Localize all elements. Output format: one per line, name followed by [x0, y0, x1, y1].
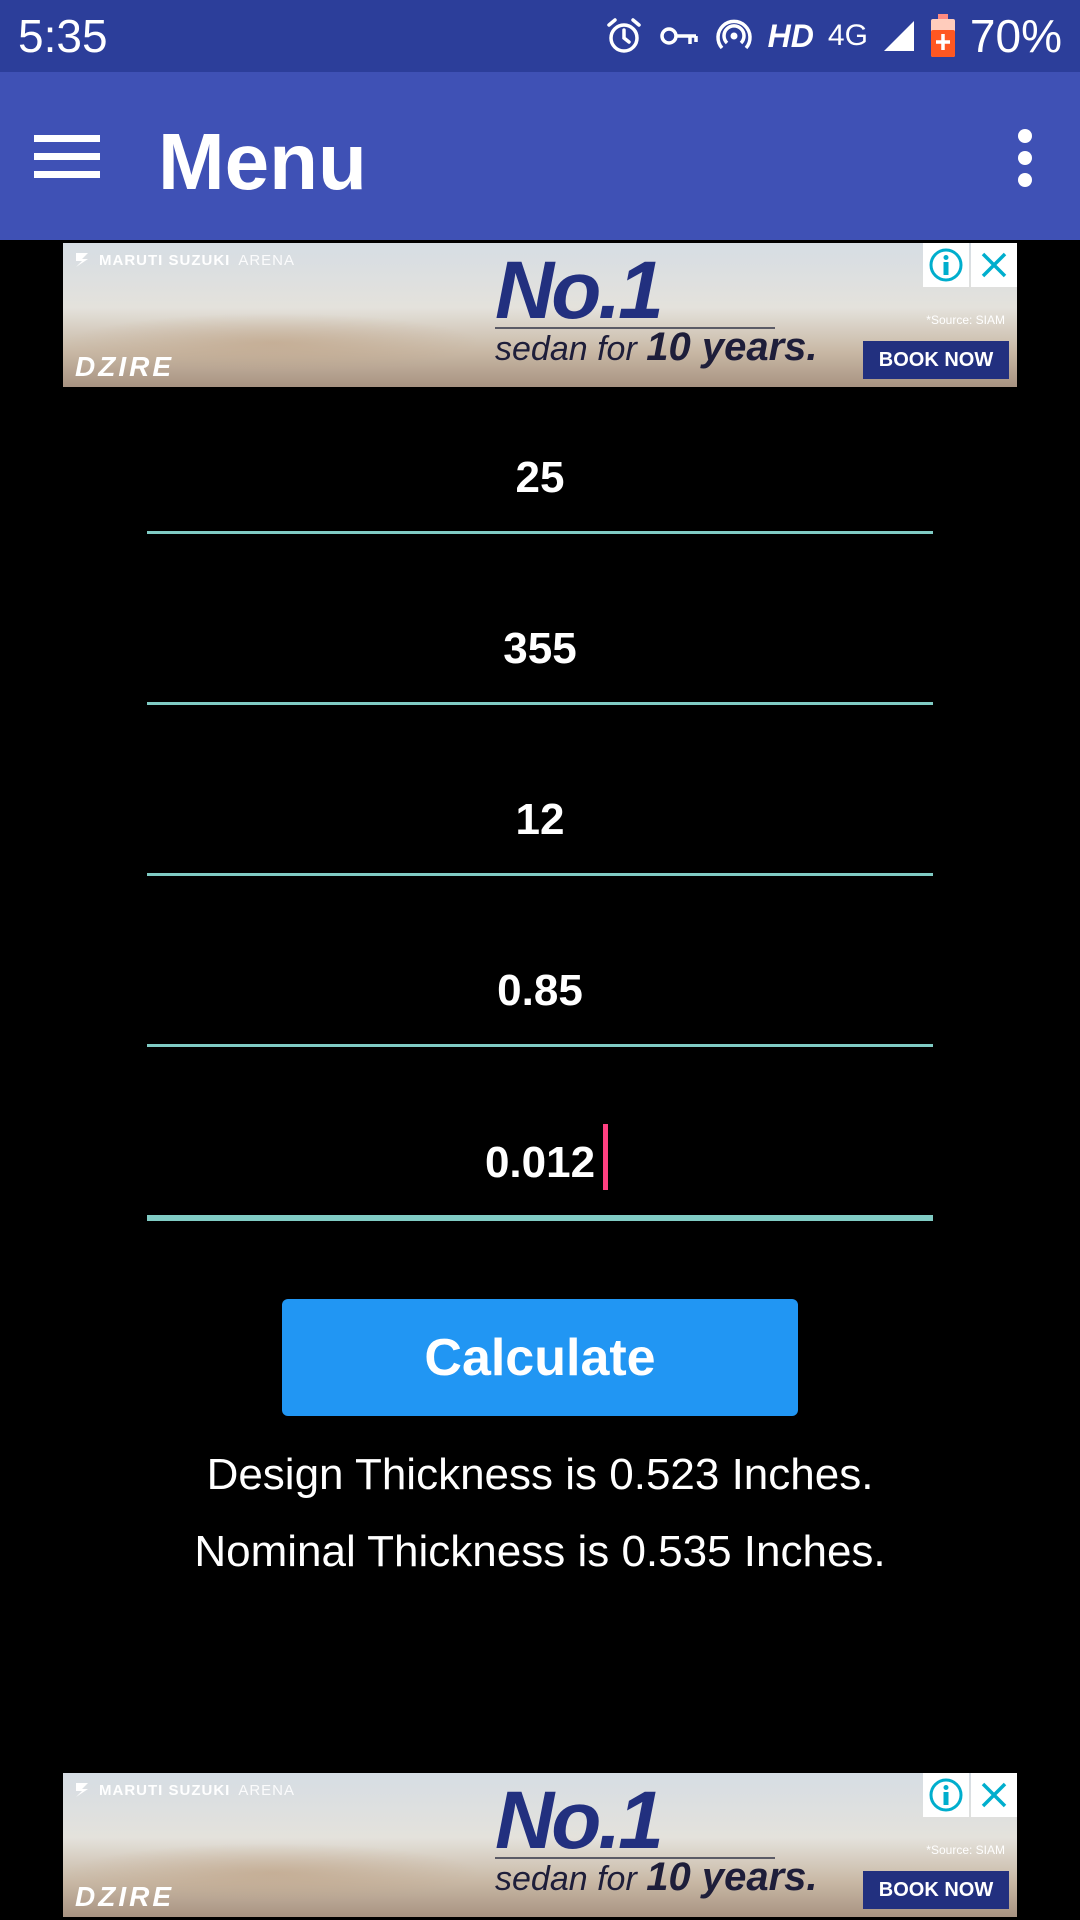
ad-brand: MARUTI SUZUKI ARENA [73, 251, 295, 269]
vpn-key-icon [658, 16, 700, 56]
app-bar: Menu [0, 72, 1080, 240]
ad-close-icon [981, 1782, 1007, 1808]
ad-tagline-emphasis: 10 years. [646, 1855, 818, 1899]
hotspot-icon [714, 16, 754, 56]
calculate-button[interactable]: Calculate [282, 1299, 798, 1416]
ad-source-note: *Source: SIAM [926, 1843, 1005, 1857]
ad-tagline: sedan for 10 years. [495, 1855, 818, 1900]
ad-brand-sub: ARENA [238, 251, 296, 269]
ad-close-button[interactable] [971, 1773, 1017, 1817]
ad-product-logo: DZIRE [75, 1881, 174, 1912]
overflow-menu-icon [1018, 129, 1032, 187]
ad-book-now-button[interactable]: BOOK NOW [863, 1871, 1009, 1909]
suzuki-logo-icon [76, 1783, 88, 1797]
ad-brand-name: MARUTI SUZUKI [99, 1781, 231, 1799]
ad-info-icon [929, 248, 963, 282]
battery-icon [930, 14, 956, 58]
page-title: Menu [158, 117, 367, 206]
hamburger-menu-button[interactable] [22, 122, 112, 192]
signal-icon [882, 19, 916, 53]
ad-banner-top[interactable]: MARUTI SUZUKI ARENA No.1 sedan for 10 ye… [63, 243, 1017, 387]
ad-brand-sub: ARENA [238, 1781, 296, 1799]
status-icons: HD 4G 70% [604, 10, 1062, 62]
input-field-1[interactable] [147, 424, 933, 534]
ad-close-button[interactable] [971, 243, 1017, 287]
alarm-icon [604, 16, 644, 56]
ad-banner-bottom[interactable]: MARUTI SUZUKI ARENA No.1 sedan for 10 ye… [63, 1773, 1017, 1917]
ad-tagline-emphasis: 10 years. [646, 325, 818, 369]
ad-tagline-prefix: sedan for [495, 330, 647, 368]
input-field-2[interactable] [147, 595, 933, 705]
overflow-menu-button[interactable] [980, 116, 1070, 200]
hd-label: HD [767, 17, 814, 54]
ad-close-icon [981, 252, 1007, 278]
battery-percent: 70% [969, 10, 1062, 62]
status-bar: 5:35 HD 4G 70% [0, 0, 1080, 72]
app-screen: 5:35 HD 4G 70% Menu MARUTI SUZUKI ARENA … [0, 0, 1080, 1920]
ad-info-button[interactable] [923, 1773, 969, 1817]
suzuki-logo-icon [76, 253, 88, 267]
ad-book-now-button[interactable]: BOOK NOW [863, 341, 1009, 379]
ad-tagline: sedan for 10 years. [495, 325, 818, 370]
ad-tagline-prefix: sedan for [495, 1860, 647, 1898]
design-thickness-result: Design Thickness is 0.523 Inches. [206, 1450, 874, 1499]
input-field-4[interactable] [147, 937, 933, 1047]
network-type-label: 4G [827, 19, 868, 52]
ad-headline: No.1 [495, 245, 664, 336]
ad-product-logo: DZIRE [75, 351, 174, 382]
input-field-3[interactable] [147, 766, 933, 876]
input-field-5[interactable] [147, 1111, 933, 1221]
text-cursor [603, 1124, 608, 1190]
ad-brand-name: MARUTI SUZUKI [99, 251, 231, 269]
ad-source-note: *Source: SIAM [926, 313, 1005, 327]
hamburger-menu-icon [34, 135, 100, 178]
ad-info-button[interactable] [923, 243, 969, 287]
nominal-thickness-result: Nominal Thickness is 0.535 Inches. [194, 1527, 886, 1576]
ad-brand: MARUTI SUZUKI ARENA [73, 1781, 295, 1799]
ad-info-icon [929, 1778, 963, 1812]
status-time: 5:35 [18, 10, 108, 62]
ad-headline: No.1 [495, 1775, 664, 1866]
